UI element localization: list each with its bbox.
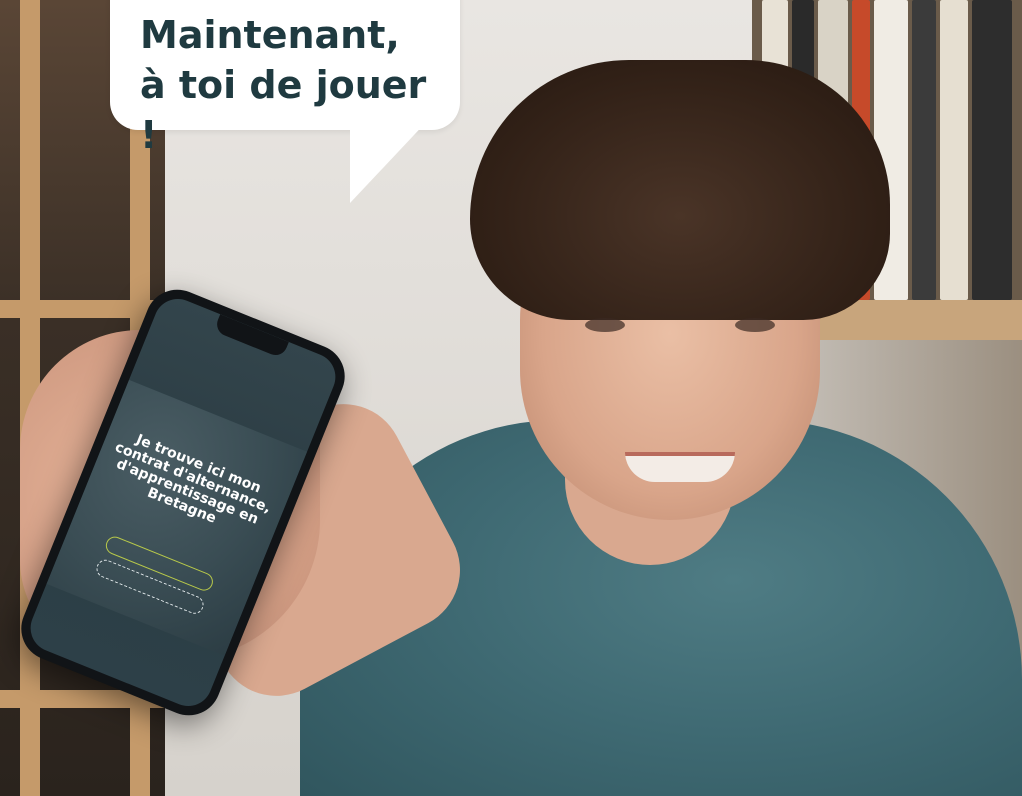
hair [470,60,890,320]
smile [625,452,735,482]
photo-scene: Je trouve ici mon contrat d'alternance, … [0,0,1022,796]
speech-bubble-line1: Maintenant, [140,13,400,57]
speech-bubble-line2: à toi de jouer ! [140,63,427,157]
eye-right [735,318,775,332]
speech-bubble-text: Maintenant, à toi de jouer ! [140,10,450,160]
eye-left [585,318,625,332]
